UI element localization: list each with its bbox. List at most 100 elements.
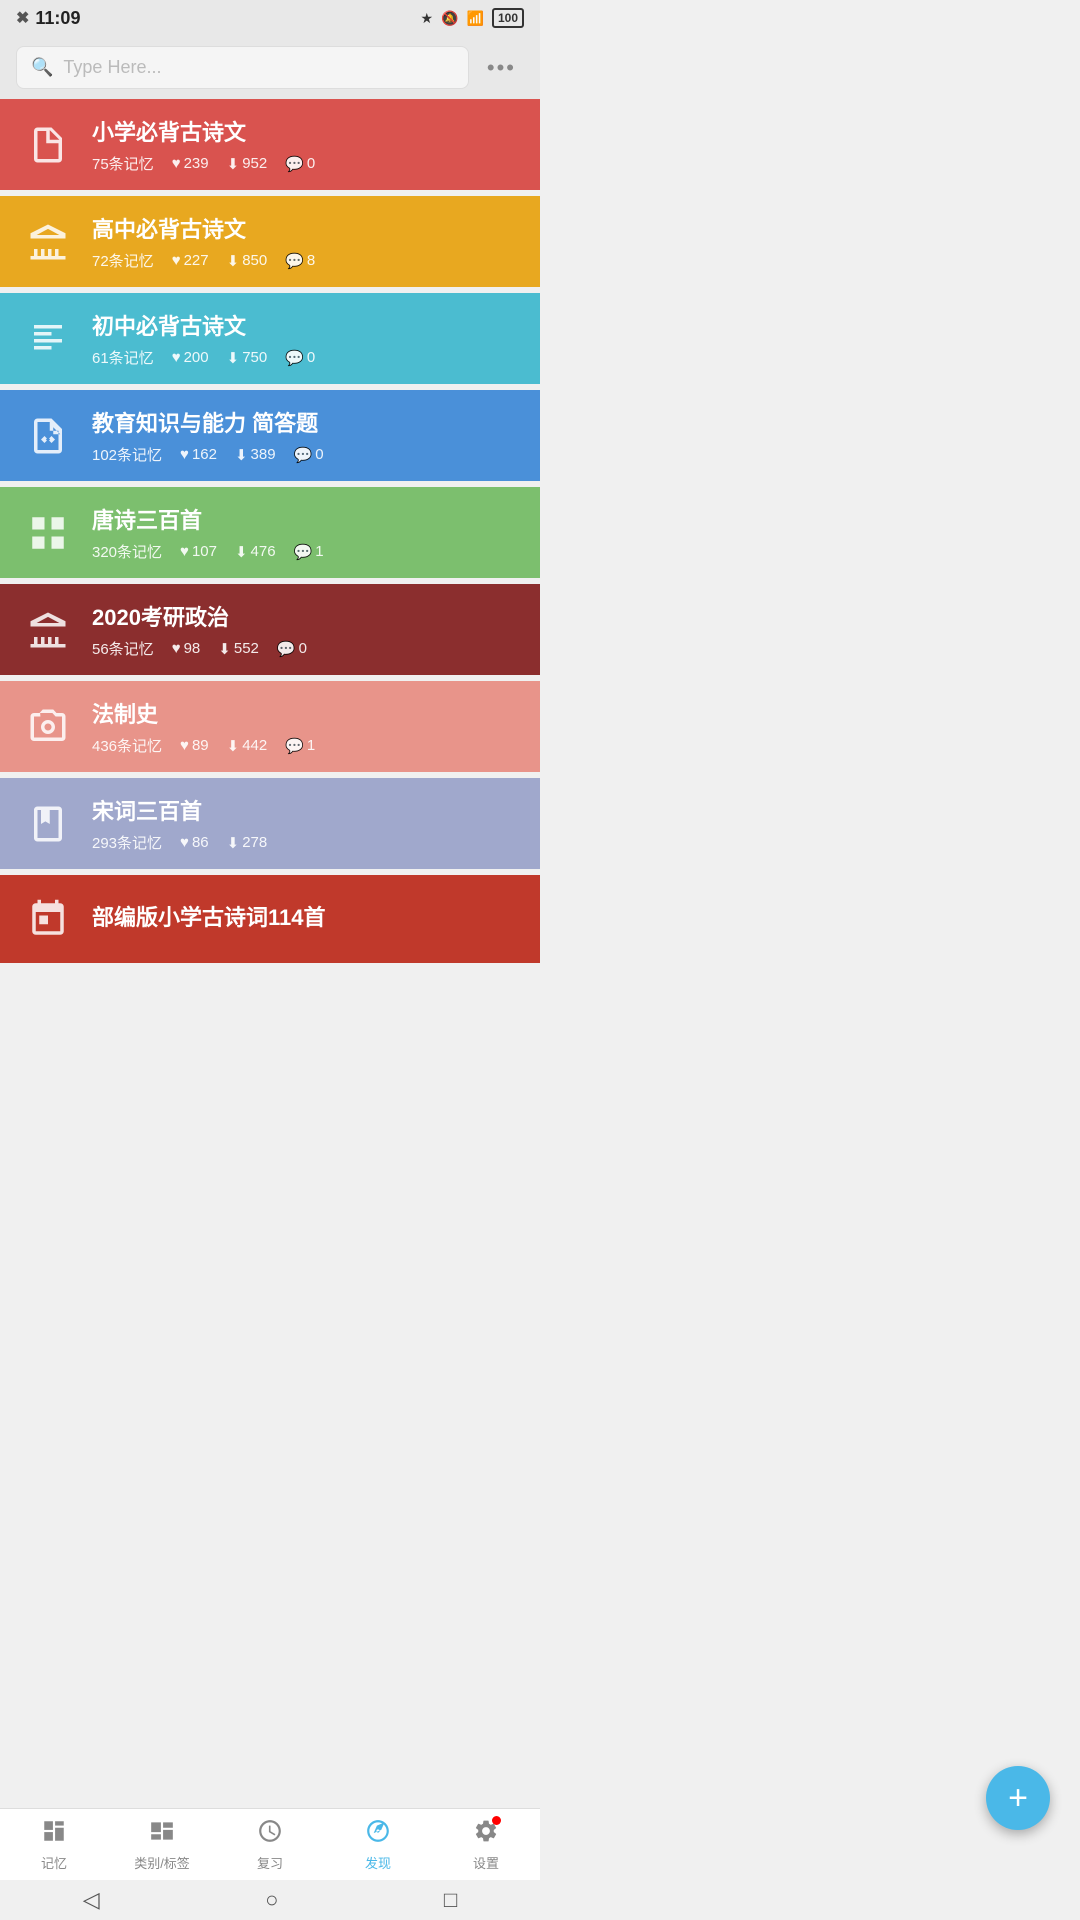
- memory-count: 293条记忆: [92, 832, 162, 853]
- list-item[interactable]: 部编版小学古诗词114首: [0, 875, 540, 963]
- card-meta: 436条记忆 ♥89 ⬇442 💬1: [92, 735, 520, 756]
- card-title: 法制史: [92, 697, 520, 729]
- card-title: 小学必背古诗文: [92, 115, 520, 147]
- card-meta: 56条记忆 ♥98 ⬇552 💬0: [92, 638, 520, 659]
- cards-container: 小学必背古诗文 75条记忆 ♥239 ⬇952 💬0 高中必背古诗文 72条记忆 ♥22…: [0, 99, 540, 1043]
- card-icon: [20, 602, 76, 658]
- comment-count: 💬1: [285, 737, 315, 755]
- nav-item-nav-settings[interactable]: 设置: [432, 1809, 540, 1880]
- download-count: ⬇952: [227, 155, 268, 173]
- battery-indicator: 100: [492, 8, 524, 28]
- nav-item-nav-review[interactable]: 复习: [216, 1809, 324, 1880]
- like-count: ♥107: [180, 543, 217, 560]
- comment-count: 💬1: [294, 543, 324, 561]
- memory-icon: [41, 1818, 67, 1849]
- like-count: ♥89: [180, 737, 209, 754]
- card-meta: 61条记忆 ♥200 ⬇750 💬0: [92, 347, 520, 368]
- search-icon: 🔍: [31, 57, 53, 78]
- nav-label-nav-discover: 发现: [365, 1853, 391, 1872]
- nav-label-nav-memory: 记忆: [41, 1853, 67, 1872]
- download-count: ⬇552: [218, 640, 259, 658]
- clock-icon: [257, 1818, 283, 1849]
- fab-icon: +: [1008, 1779, 1028, 1818]
- search-placeholder: Type Here...: [63, 57, 161, 78]
- download-count: ⬇389: [235, 446, 276, 464]
- memory-count: 75条记忆: [92, 153, 154, 174]
- download-count: ⬇476: [235, 543, 276, 561]
- list-item[interactable]: 高中必背古诗文 72条记忆♥227⬇850💬8: [0, 196, 540, 287]
- search-input-wrap[interactable]: 🔍 Type Here...: [16, 46, 469, 89]
- back-button[interactable]: ◁: [83, 1887, 100, 1913]
- status-bar: ✖ 11:09 ★ 🔕 📶 100: [0, 0, 540, 36]
- memory-count: 102条记忆: [92, 444, 162, 465]
- status-time: ✖ 11:09: [16, 8, 80, 29]
- like-count: ♥162: [180, 446, 217, 463]
- nav-item-nav-category[interactable]: 类别/标签: [108, 1809, 216, 1880]
- list-item[interactable]: 小学必背古诗文 75条记忆 ♥239 ⬇952 💬0: [0, 99, 540, 190]
- comment-count: 💬0: [285, 155, 315, 173]
- bluetooth-icon: ★: [421, 10, 434, 27]
- more-options-button[interactable]: •••: [479, 51, 524, 85]
- list-item[interactable]: 2020考研政治 56条记忆 ♥98 ⬇552 💬0: [0, 584, 540, 675]
- download-count: ⬇850: [227, 252, 268, 270]
- nav-label-nav-review: 复习: [257, 1853, 283, 1872]
- card-title: 初中必背古诗文: [92, 309, 520, 341]
- gear-icon: [473, 1818, 499, 1849]
- card-title: 唐诗三百首: [92, 503, 520, 535]
- list-item[interactable]: 初中必背古诗文 61条记忆 ♥200 ⬇750 💬0: [0, 293, 540, 384]
- card-title: 2020考研政治: [92, 600, 520, 632]
- card-icon: [20, 505, 76, 561]
- compass-icon: [365, 1818, 391, 1849]
- card-icon: [20, 117, 76, 173]
- list-item[interactable]: 法制史 436条记忆 ♥89 ⬇442 💬1: [0, 681, 540, 772]
- card-icon: [20, 408, 76, 464]
- memory-count: 436条记忆: [92, 735, 162, 756]
- comment-count: 💬0: [285, 349, 315, 367]
- home-button[interactable]: ○: [265, 1887, 278, 1913]
- list-item[interactable]: 教育知识与能力 简答题 102条记忆 ♥162 ⬇389 💬0: [0, 390, 540, 481]
- nav-item-nav-memory[interactable]: 记忆: [0, 1809, 108, 1880]
- system-nav: ◁ ○ □: [0, 1880, 540, 1920]
- card-icon: [20, 891, 76, 947]
- card-title: 宋词三百首: [92, 794, 520, 826]
- category-icon: [149, 1818, 175, 1849]
- memory-count: 320条记忆: [92, 541, 162, 562]
- add-fab-button[interactable]: +: [986, 1766, 1050, 1830]
- download-count: ⬇442: [227, 737, 268, 755]
- card-icon: [20, 214, 76, 270]
- search-bar: 🔍 Type Here... •••: [0, 36, 540, 99]
- like-count: ♥86: [180, 834, 209, 851]
- card-icon: [20, 699, 76, 755]
- like-count: ♥98: [172, 640, 201, 657]
- notification-icon: 🔕: [441, 10, 458, 27]
- nav-label-nav-category: 类别/标签: [134, 1853, 190, 1872]
- download-count: ⬇278: [227, 834, 268, 852]
- card-meta: 320条记忆 ♥107 ⬇476 💬1: [92, 541, 520, 562]
- card-title: 高中必背古诗文: [92, 212, 520, 244]
- comment-count: 💬0: [294, 446, 324, 464]
- card-icon: [20, 311, 76, 367]
- comment-count: 💬0: [277, 640, 307, 658]
- memory-count: 61条记忆: [92, 347, 154, 368]
- nav-item-nav-discover[interactable]: 发现: [324, 1809, 432, 1880]
- recents-button[interactable]: □: [444, 1887, 457, 1913]
- bottom-nav: 记忆 类别/标签 复习 发现 设置: [0, 1808, 540, 1880]
- download-count: ⬇750: [227, 349, 268, 367]
- card-title: 教育知识与能力 简答题: [92, 406, 520, 438]
- like-count: ♥200: [172, 349, 209, 366]
- list-item[interactable]: 唐诗三百首 320条记忆 ♥107 ⬇476 💬1: [0, 487, 540, 578]
- card-meta: 102条记忆 ♥162 ⬇389 💬0: [92, 444, 520, 465]
- card-meta: 72条记忆♥227⬇850💬8: [92, 250, 520, 271]
- nav-label-nav-settings: 设置: [473, 1853, 499, 1872]
- card-meta: 75条记忆 ♥239 ⬇952 💬0: [92, 153, 520, 174]
- memory-count: 56条记忆: [92, 638, 154, 659]
- like-count: ♥239: [172, 155, 209, 172]
- like-count: ♥227: [172, 252, 209, 269]
- list-item[interactable]: 宋词三百首 293条记忆 ♥86 ⬇278: [0, 778, 540, 869]
- status-icons: ★ 🔕 📶 100: [421, 8, 524, 28]
- clock-display: 11:09: [35, 8, 80, 29]
- card-title: 部编版小学古诗词114首: [92, 900, 520, 932]
- wifi-icon: 📶: [467, 10, 484, 27]
- memory-count: 72条记忆: [92, 250, 154, 271]
- card-icon: [20, 796, 76, 852]
